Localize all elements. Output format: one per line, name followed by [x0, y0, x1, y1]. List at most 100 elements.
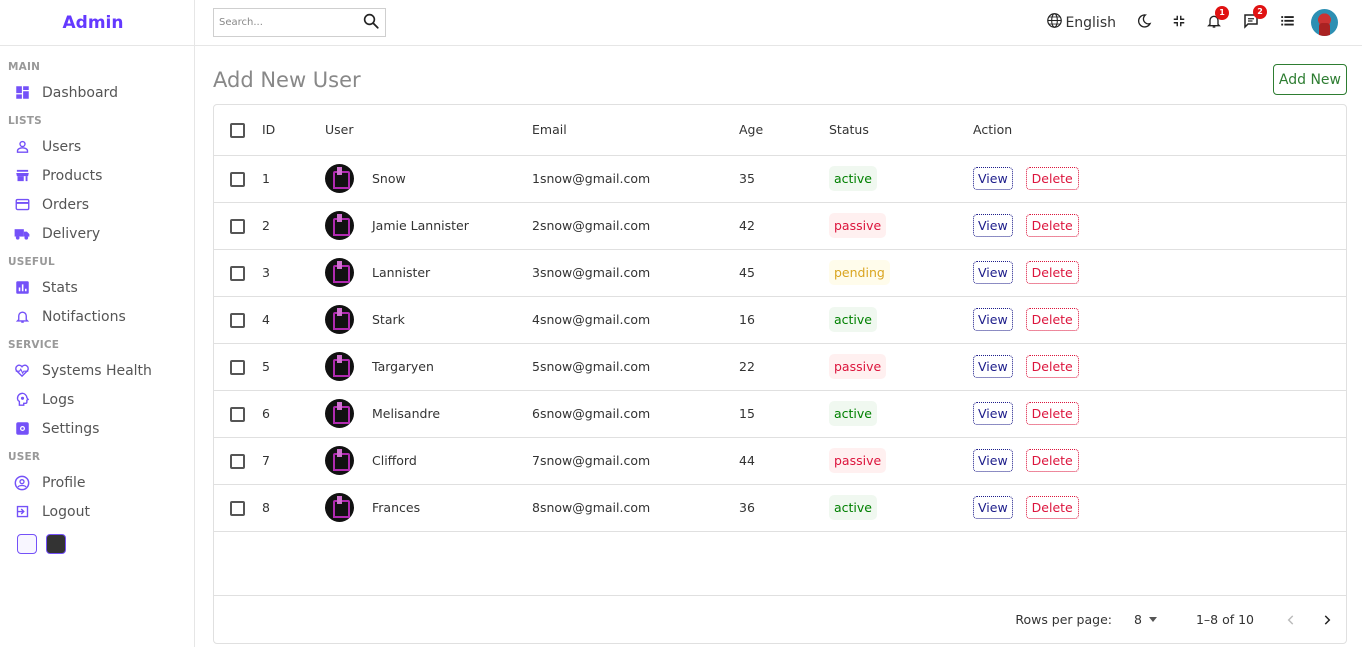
sidebar-item-products[interactable]: Products [8, 161, 194, 190]
sidebar-section-title: USER [8, 451, 41, 463]
table-row[interactable]: 8 Frances 8snow@gmail.com 36 active View… [214, 484, 1346, 531]
sidebar-item-delivery[interactable]: Delivery [8, 219, 194, 248]
cell-email: 4snow@gmail.com [532, 312, 651, 327]
table-row[interactable]: 6 Melisandre 6snow@gmail.com 15 active V… [214, 390, 1346, 437]
sidebar-section-main: MAIN Dashboard [8, 61, 194, 107]
view-button[interactable]: View [973, 167, 1013, 190]
sidebar-item-orders[interactable]: Orders [8, 190, 194, 219]
users-data-grid: ID User Email Age Status Action 1 Snow 1… [213, 104, 1347, 644]
delete-button[interactable]: Delete [1025, 261, 1079, 284]
chevron-left-icon[interactable] [1284, 613, 1298, 627]
sidebar-item-logout[interactable]: Logout [8, 497, 194, 526]
view-button[interactable]: View [973, 261, 1013, 284]
row-checkbox[interactable] [230, 171, 245, 187]
messages-badge: 2 [1253, 4, 1267, 19]
notifications-button[interactable]: 1 [1206, 5, 1229, 33]
view-button[interactable]: View [973, 402, 1013, 425]
page-title: Add New User [213, 67, 361, 92]
sidebar-item-label: Logs [42, 391, 75, 408]
status-badge: pending [829, 260, 890, 285]
theme-option-dark[interactable] [46, 534, 66, 554]
sidebar-item-notifactions[interactable]: Notifactions [8, 302, 194, 331]
delete-button[interactable]: Delete [1025, 214, 1079, 237]
sidebar-menu: MAIN Dashboard LISTS Users Products Orders Del… [0, 46, 194, 554]
view-button[interactable]: View [973, 449, 1013, 472]
table-row[interactable]: 7 Clifford 7snow@gmail.com 44 passive Vi… [214, 437, 1346, 484]
cell-id: 3 [262, 265, 270, 280]
user-avatar-image [325, 399, 354, 428]
sidebar-item-profile[interactable]: Profile [8, 468, 194, 497]
sidebar-item-stats[interactable]: Stats [8, 273, 194, 302]
dark-mode-toggle[interactable] [1136, 13, 1152, 33]
column-header-action[interactable]: Action [973, 105, 1346, 155]
sidebar-item-users[interactable]: Users [8, 132, 194, 161]
column-header-user[interactable]: User [325, 105, 532, 155]
moon-icon [1136, 13, 1152, 33]
psychology-icon [14, 392, 30, 408]
table-row[interactable]: 3 Lannister 3snow@gmail.com 45 pending V… [214, 249, 1346, 296]
sidebar-item-logs[interactable]: Logs [8, 385, 194, 414]
delete-button[interactable]: Delete [1025, 167, 1079, 190]
health-icon [14, 363, 30, 379]
table-row[interactable]: 5 Targaryen 5snow@gmail.com 22 passive V… [214, 343, 1346, 390]
notifications-badge: 1 [1215, 5, 1229, 20]
language-selector[interactable]: English [1046, 12, 1116, 33]
table-header-row: ID User Email Age Status Action [214, 105, 1346, 155]
cell-user: Frances [372, 500, 421, 515]
sidebar-item-dashboard[interactable]: Dashboard [8, 78, 194, 107]
cell-email: 6snow@gmail.com [532, 406, 651, 421]
cell-user: Stark [372, 312, 405, 327]
column-header-status[interactable]: Status [829, 105, 973, 155]
column-header-email[interactable]: Email [532, 105, 739, 155]
messages-button[interactable]: 2 [1242, 4, 1267, 34]
sidebar-item-label: Delivery [42, 225, 101, 242]
row-checkbox[interactable] [230, 218, 245, 234]
status-badge: passive [829, 354, 887, 379]
theme-color-options [17, 534, 194, 554]
list-button[interactable] [1280, 13, 1295, 32]
table-row[interactable]: 1 Snow 1snow@gmail.com 35 active View Del… [214, 155, 1346, 202]
delete-button[interactable]: Delete [1025, 355, 1079, 378]
view-button[interactable]: View [973, 214, 1013, 237]
view-button[interactable]: View [973, 355, 1013, 378]
truck-icon [14, 226, 30, 242]
table-row[interactable]: 2 Jamie Lannister 2snow@gmail.com 42 pas… [214, 202, 1346, 249]
globe-icon [1046, 12, 1063, 33]
chevron-right-icon[interactable] [1320, 613, 1334, 627]
delete-button[interactable]: Delete [1025, 402, 1079, 425]
cell-user: Snow [372, 171, 406, 186]
logo[interactable]: Admin [0, 0, 194, 46]
delete-button[interactable]: Delete [1025, 308, 1079, 331]
select-all-checkbox[interactable] [230, 122, 245, 138]
column-header-id[interactable]: ID [262, 105, 325, 155]
view-button[interactable]: View [973, 496, 1013, 519]
search-icon[interactable] [362, 12, 380, 34]
person-icon [14, 139, 30, 155]
delete-button[interactable]: Delete [1025, 449, 1079, 472]
sidebar-item-label: Logout [42, 503, 90, 520]
theme-option-light[interactable] [17, 534, 37, 554]
row-checkbox[interactable] [230, 500, 245, 516]
view-button[interactable]: View [973, 308, 1013, 331]
search-input[interactable] [219, 17, 362, 28]
user-avatar[interactable] [1311, 9, 1338, 36]
row-checkbox[interactable] [230, 406, 245, 422]
column-header-age[interactable]: Age [739, 105, 829, 155]
delete-button[interactable]: Delete [1025, 496, 1079, 519]
cell-id: 8 [262, 500, 270, 515]
sidebar-item-systems-health[interactable]: Systems Health [8, 356, 194, 385]
sidebar-section-lists: LISTS Users Products Orders Delivery [8, 115, 194, 248]
fullscreen-exit-button[interactable] [1172, 13, 1186, 32]
rows-per-page-select[interactable]: 8 [1134, 612, 1158, 627]
row-checkbox[interactable] [230, 453, 245, 469]
row-checkbox[interactable] [230, 359, 245, 375]
cell-email: 5snow@gmail.com [532, 359, 651, 374]
add-new-button[interactable]: Add New [1272, 64, 1347, 95]
sidebar-item-label: Systems Health [42, 362, 152, 379]
row-checkbox[interactable] [230, 265, 245, 281]
cell-age: 35 [739, 171, 755, 186]
table-row[interactable]: 4 Stark 4snow@gmail.com 16 active View De… [214, 296, 1346, 343]
row-checkbox[interactable] [230, 312, 245, 328]
sidebar-item-settings[interactable]: Settings [8, 414, 194, 443]
user-avatar-image [325, 164, 354, 193]
